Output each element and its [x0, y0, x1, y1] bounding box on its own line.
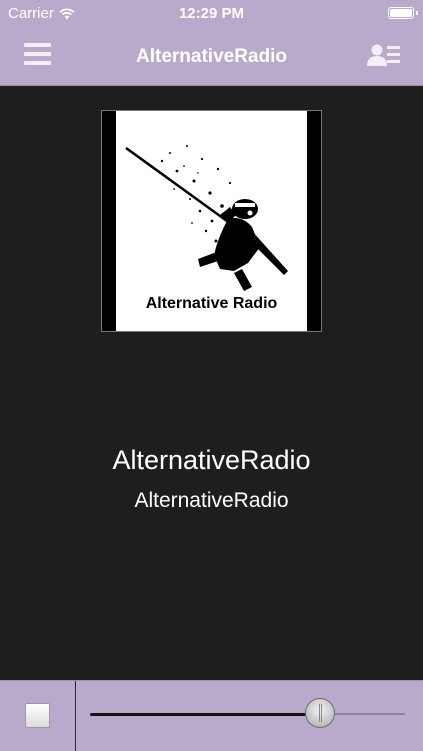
- player-divider: [75, 681, 76, 751]
- profile-button[interactable]: [367, 42, 401, 68]
- station-title: AlternativeRadio: [112, 445, 311, 475]
- artwork-caption: Alternative Radio: [145, 295, 278, 312]
- volume-track-filled: [90, 713, 320, 716]
- battery-icon: [388, 7, 418, 19]
- artwork-illustration: [125, 145, 288, 291]
- volume-slider[interactable]: [90, 713, 405, 716]
- status-time: 12:29 PM: [178, 5, 245, 22]
- station-artwork: Alternative Radio: [101, 110, 322, 332]
- profile-card-icon: [367, 44, 400, 66]
- volume-thumb[interactable]: [305, 698, 335, 728]
- nav-title: AlternativeRadio: [136, 46, 287, 67]
- player-bar: [0, 680, 423, 751]
- station-subtitle: AlternativeRadio: [134, 489, 289, 512]
- status-bar: Carrier 12:29 PM: [0, 0, 423, 28]
- stop-button[interactable]: [25, 703, 50, 728]
- top-bar: Carrier 12:29 PM AlternativeRadio: [0, 0, 423, 86]
